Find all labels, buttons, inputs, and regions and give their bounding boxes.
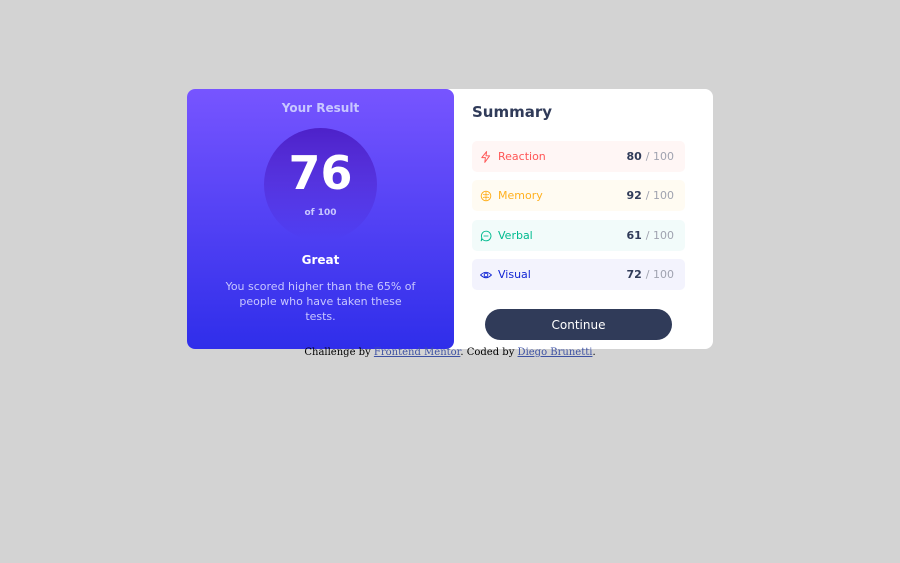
frontend-mentor-link[interactable]: Frontend Mentor — [374, 347, 460, 358]
rating-label: Great — [301, 253, 340, 267]
eye-icon — [479, 268, 492, 281]
score-value: 76 — [288, 146, 353, 200]
attribution-suffix: . — [592, 347, 596, 358]
results-card: Your Result 76 of 100 Great You scored h… — [187, 89, 713, 349]
summary-item-outof: / 100 — [645, 229, 674, 242]
summary-item-reaction: Reaction 80 / 100 — [472, 141, 685, 172]
result-panel: Your Result 76 of 100 Great You scored h… — [187, 89, 454, 349]
summary-title: Summary — [472, 103, 553, 121]
summary-item-outof: / 100 — [645, 150, 674, 163]
author-link[interactable]: Diego Brunetti — [518, 347, 593, 358]
brain-icon — [479, 189, 492, 202]
summary-item-score: 72 — [626, 268, 642, 281]
result-description: You scored higher than the 65% of people… — [225, 280, 416, 323]
summary-panel: Summary Reaction 80 / 100 Memory 92 / 10… — [454, 89, 713, 349]
score-circle: 76 of 100 — [264, 128, 377, 241]
summary-item-label: Visual — [498, 268, 531, 281]
continue-button[interactable]: Continue — [485, 309, 672, 340]
score-of-label: of 100 — [304, 208, 337, 218]
summary-item-verbal: Verbal 61 / 100 — [472, 220, 685, 251]
attribution-middle: . Coded by — [460, 347, 518, 358]
summary-item-outof: / 100 — [645, 268, 674, 281]
summary-item-score: 92 — [626, 189, 642, 202]
summary-item-visual: Visual 72 / 100 — [472, 259, 685, 290]
result-title: Your Result — [281, 101, 360, 115]
summary-item-score: 80 — [626, 150, 642, 163]
chat-bubble-icon — [479, 229, 492, 242]
summary-item-score: 61 — [626, 229, 642, 242]
summary-item-label: Reaction — [498, 150, 546, 163]
lightning-icon — [479, 150, 492, 163]
summary-item-outof: / 100 — [645, 189, 674, 202]
attribution: Challenge by Frontend Mentor. Coded by D… — [0, 347, 900, 358]
summary-item-label: Memory — [498, 189, 543, 202]
attribution-prefix: Challenge by — [304, 347, 374, 358]
summary-item-memory: Memory 92 / 100 — [472, 180, 685, 211]
summary-item-label: Verbal — [498, 229, 533, 242]
